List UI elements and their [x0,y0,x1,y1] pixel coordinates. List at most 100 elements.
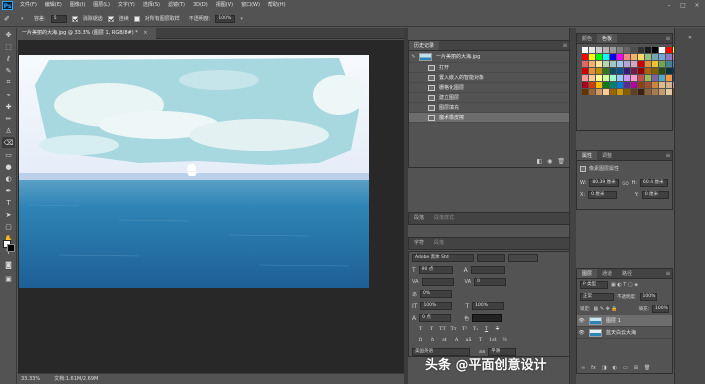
opacity-input[interactable]: 100% [215,14,236,23]
color-swatch[interactable] [596,82,602,88]
color-swatch[interactable] [645,89,651,95]
vertical-scale-input[interactable]: 100% [420,302,453,310]
color-swatch[interactable] [645,82,651,88]
color-swatch[interactable] [631,68,637,74]
minimize-icon[interactable]: – [662,0,676,11]
swatches-menu-icon[interactable]: ≡ [664,34,672,43]
layer-opacity-input[interactable]: 100% [639,293,657,301]
color-swatch[interactable] [631,54,637,60]
menu-file[interactable]: 文件(F) [16,0,41,11]
menu-help[interactable]: 帮助(H) [264,0,290,11]
layers-menu-icon[interactable]: ≡ [664,269,672,278]
visibility-eye-icon[interactable]: 👁 [577,330,586,336]
shape-tool-icon[interactable]: ▢ [2,221,15,232]
history-brush-icon[interactable]: ✎ [409,54,418,60]
brush-tool-icon[interactable]: ✏ [2,113,15,124]
color-swatch[interactable] [659,54,665,60]
small-caps-button[interactable]: Tт [450,326,457,333]
zoom-level[interactable]: 33.33% [21,374,40,384]
color-swatch[interactable] [589,82,595,88]
color-swatch[interactable] [617,68,623,74]
color-swatch[interactable] [624,82,630,88]
tab-color[interactable]: 颜色 [577,34,597,43]
marquee-tool-icon[interactable]: ⬚ [2,41,15,52]
color-swatch[interactable] [589,89,595,95]
opacity-dropdown-icon[interactable]: ▾ [240,16,243,22]
color-swatch[interactable] [596,54,602,60]
menu-image[interactable]: 图像(I) [66,0,89,11]
color-swatch[interactable] [610,68,616,74]
camera-icon[interactable]: ◉ [547,158,552,165]
close-window-icon[interactable]: × [690,0,704,11]
menu-layer[interactable]: 图层(L) [89,0,114,11]
color-swatch[interactable] [582,47,588,53]
color-swatch[interactable] [603,54,609,60]
color-swatch[interactable] [582,68,588,74]
type-tool-icon[interactable]: T [2,197,15,208]
close-tab-icon[interactable]: × [143,30,147,36]
color-swatch[interactable] [596,68,602,74]
font-family-select[interactable]: Adobe 黑体 Std [412,254,474,262]
history-item[interactable]: 栅格化图层 [409,83,569,93]
superscript-button[interactable]: T¹ [461,326,468,333]
color-swatch[interactable] [582,89,588,95]
color-swatch[interactable] [624,61,630,67]
color-swatch[interactable] [596,61,602,67]
color-swatch[interactable] [603,75,609,81]
color-swatch[interactable] [582,61,588,67]
half-button[interactable]: ½ [501,337,508,344]
color-swatch[interactable] [624,54,630,60]
visibility-eye-icon[interactable]: 👁 [577,318,586,324]
color-swatch[interactable] [610,54,616,60]
lock-icons[interactable]: ▦ ✎ ✥ 🔒 [594,306,618,312]
color-swatch[interactable] [652,54,658,60]
fraction-button[interactable]: T [477,337,484,344]
color-swatch[interactable] [617,61,623,67]
color-swatch[interactable] [659,82,665,88]
color-swatch[interactable] [652,61,658,67]
color-swatch[interactable] [645,47,651,53]
antialias-checkbox[interactable] [71,15,78,22]
color-swatch[interactable] [652,75,658,81]
color-swatch[interactable] [666,89,672,95]
x-input[interactable]: 0 厘米 [588,191,618,199]
discretionary-button[interactable]: st [441,337,448,344]
color-swatch[interactable] [617,47,623,53]
background-color-swatch[interactable] [7,244,15,252]
color-swatch[interactable] [666,75,672,81]
clone-stamp-tool-icon[interactable]: ♙ [2,125,15,136]
color-swatch[interactable] [638,61,644,67]
layer-row-layer-1[interactable]: 👁 图层 1 [577,315,672,327]
color-swatch[interactable] [666,82,672,88]
color-swatch[interactable] [659,61,665,67]
screen-mode-icon[interactable]: ▣ [2,273,15,284]
color-swatch[interactable] [666,47,672,53]
baseline-input[interactable]: 0 点 [419,314,452,322]
color-swatch[interactable] [645,75,651,81]
filter-icons[interactable]: ▣ ◐ T ▢ ◈ [611,282,638,288]
color-swatch[interactable] [603,47,609,53]
underline-button[interactable]: T [483,326,490,333]
path-select-tool-icon[interactable]: ➤ [2,209,15,220]
layer-style-icon[interactable]: fx [591,365,596,371]
faux-italic-button[interactable]: T [428,326,435,333]
quick-select-tool-icon[interactable]: ✎ [2,65,15,76]
ordinal-button[interactable]: A [453,337,460,344]
strikethrough-button[interactable]: T [494,326,501,333]
color-swatch[interactable] [652,47,658,53]
color-swatch[interactable] [624,75,630,81]
color-swatch[interactable] [659,75,665,81]
color-swatch[interactable] [645,68,651,74]
color-swatch[interactable] [659,68,665,74]
color-swatch[interactable] [631,82,637,88]
color-swatch[interactable] [610,47,616,53]
color-swatch[interactable] [589,61,595,67]
color-swatch[interactable] [652,89,658,95]
pen-tool-icon[interactable]: ✒ [2,185,15,196]
color-swatch[interactable] [638,47,644,53]
menu-filter[interactable]: 滤镜(T) [164,0,189,11]
tsume-input[interactable]: 0% [420,290,453,298]
tab-adjustments[interactable]: 调整 [597,151,617,160]
oldstyle-button[interactable]: 1st [489,337,497,344]
character-label[interactable]: 字符 [409,238,429,249]
